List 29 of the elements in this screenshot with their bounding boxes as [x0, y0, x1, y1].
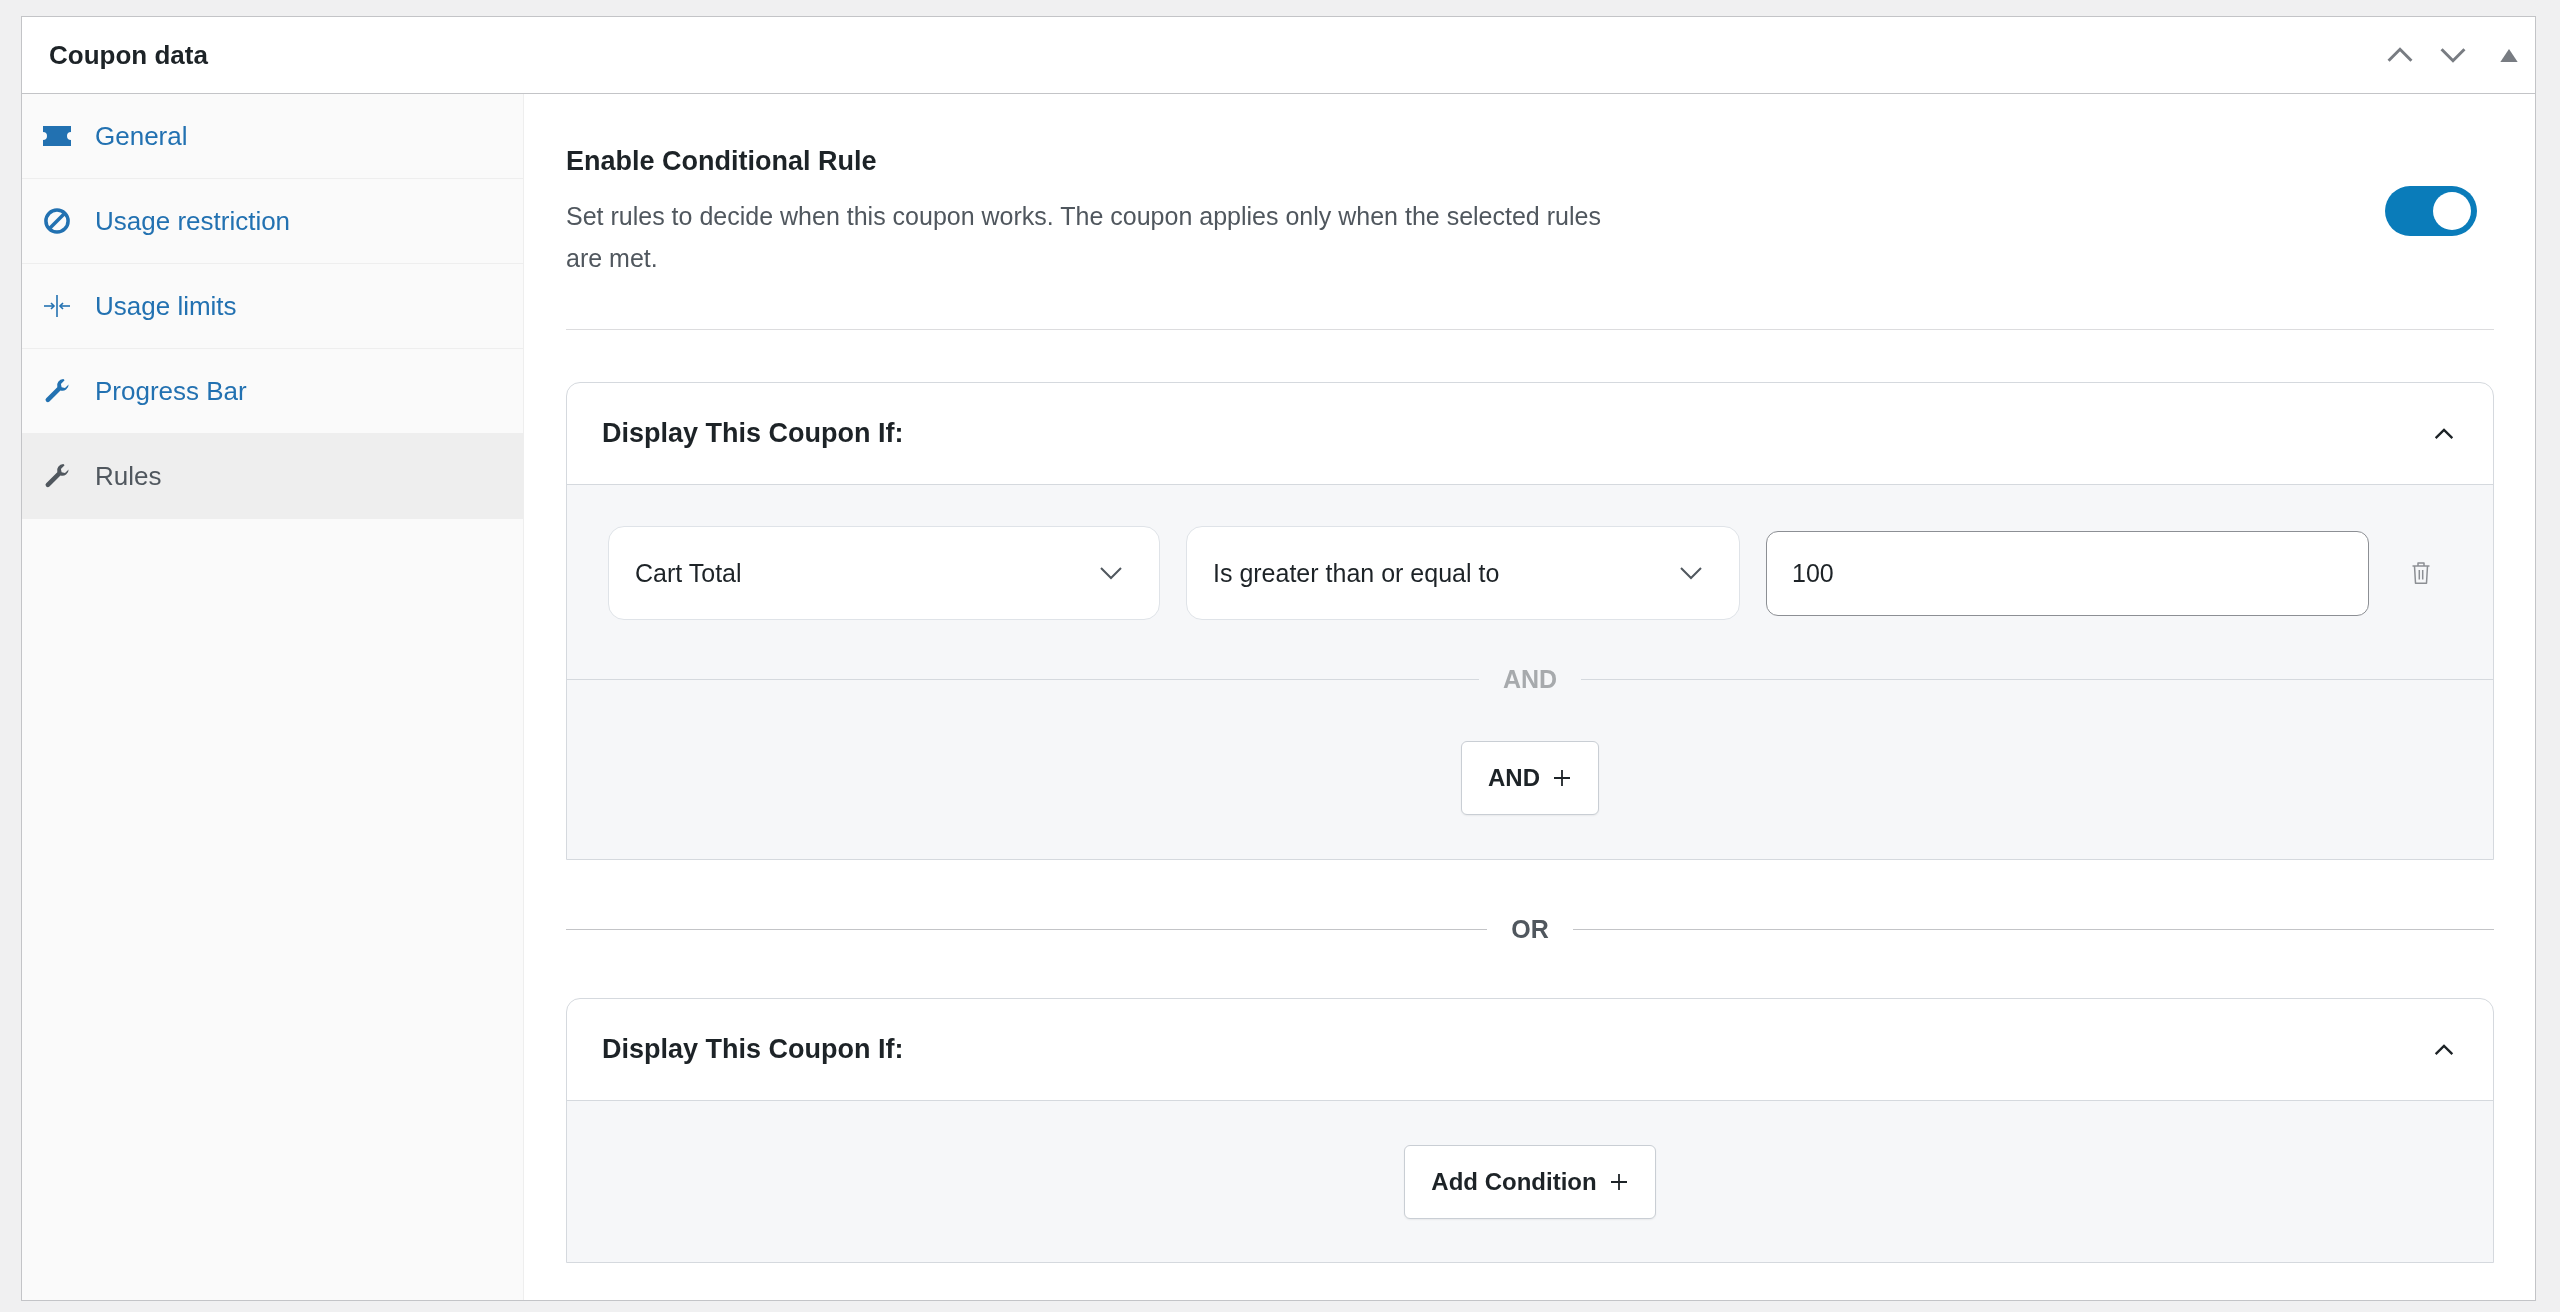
sidebar-tab[interactable]: Rules	[22, 434, 523, 519]
dropdown-field[interactable]: Cart Total	[608, 526, 1160, 620]
chevron-down-icon	[1099, 566, 1123, 580]
add-condition-button[interactable]: AND	[1461, 741, 1599, 815]
value-input[interactable]: 100	[1766, 530, 2369, 616]
group-title: Display This Coupon If:	[602, 418, 904, 449]
add-condition-button[interactable]: Add Condition	[1404, 1145, 1656, 1219]
wrench-icon	[43, 377, 71, 405]
plus-icon	[1552, 768, 1572, 788]
chevron-up-icon[interactable]	[2434, 427, 2454, 440]
chevron-down-icon	[1679, 566, 1703, 580]
chevron-down-icon[interactable]	[2439, 47, 2467, 63]
dropdown-field[interactable]: Is greater than or equal to	[1186, 526, 1740, 620]
sidebar-tab[interactable]: Usage limits	[22, 264, 523, 349]
prohibited-icon	[43, 207, 71, 235]
separator-label: AND	[1502, 664, 1558, 694]
toggle-switch[interactable]	[2385, 186, 2477, 236]
setting-description: Set rules to decide when this coupon works. The coupon applies only when the selected rules are met.	[566, 201, 1602, 274]
sidebar-tab[interactable]: General	[22, 94, 523, 179]
sidebar-tab[interactable]: Usage restriction	[22, 179, 523, 264]
group-title: Display This Coupon If:	[602, 1034, 904, 1065]
separator-label: OR	[1511, 914, 1549, 944]
plus-icon	[1608, 1172, 1629, 1192]
trash-icon[interactable]	[2411, 560, 2431, 586]
setting-title: Enable Conditional Rule	[566, 145, 878, 178]
triangle-up-icon[interactable]	[2500, 48, 2518, 62]
panel-title: Coupon data	[49, 39, 209, 71]
wrench-icon	[43, 462, 71, 490]
chevron-up-icon[interactable]	[2434, 1043, 2454, 1056]
